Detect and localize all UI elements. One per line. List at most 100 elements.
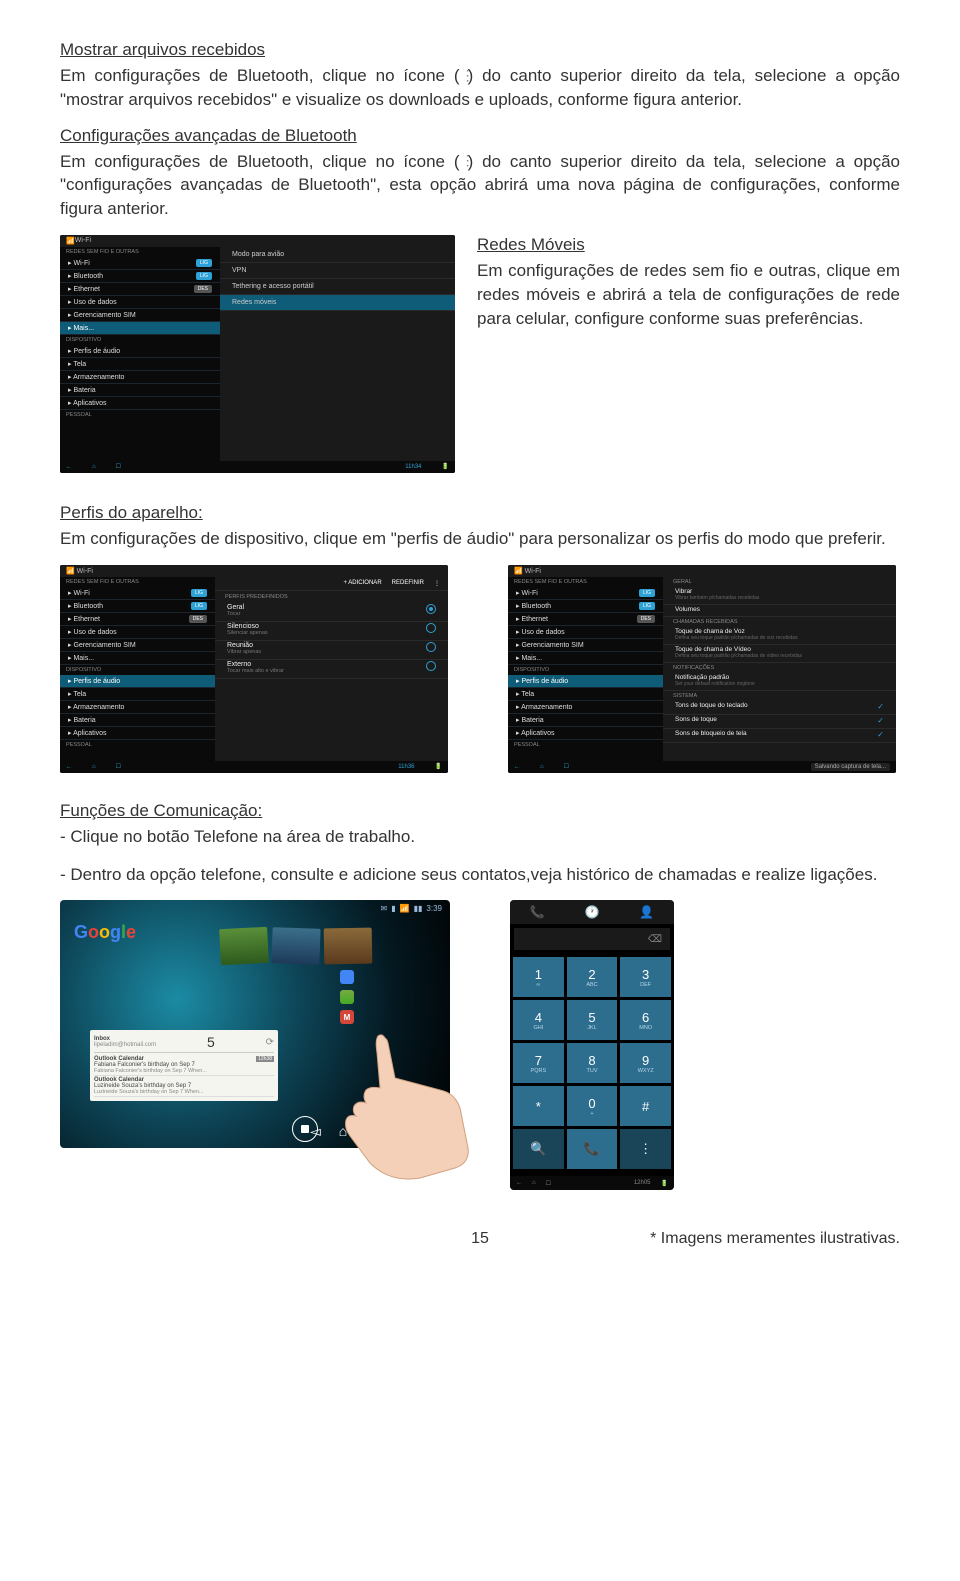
- sidebar-item[interactable]: ▸ Armazenamento: [60, 701, 215, 714]
- page-footer: 15 * Imagens meramentes ilustrativas.: [60, 1230, 900, 1248]
- main-item[interactable]: Tethering e acesso portátil: [220, 279, 455, 295]
- section-perfis: Perfis do aparelho: Em configurações de …: [60, 503, 900, 551]
- sidebar-item[interactable]: ▸ Gerenciamento SIM: [60, 309, 220, 322]
- screenshot-main: + ADICIONAR REDEFINIR ⋮ PERFIS PREDEFINI…: [215, 577, 448, 761]
- sidebar-item[interactable]: ▸ Wi-FiLIG: [508, 587, 663, 600]
- sidebar-item[interactable]: ▸ Tela: [60, 688, 215, 701]
- toast: Salvando captura de tela...: [811, 763, 890, 771]
- overflow-icon: [460, 70, 468, 84]
- dial-key[interactable]: 3DEF: [620, 957, 671, 997]
- dial-key[interactable]: 5JKL: [567, 1000, 618, 1040]
- menu-key[interactable]: ⋮: [620, 1129, 671, 1169]
- sidebar-item[interactable]: ▸ Bateria: [60, 714, 215, 727]
- sidebar-item[interactable]: ▸ EthernetDES: [508, 613, 663, 626]
- dial-key[interactable]: 2ABC: [567, 957, 618, 997]
- option-row[interactable]: VibrarVibrar também p/chamadas recebidas: [663, 587, 896, 605]
- sidebar-item[interactable]: ▸ Mais...: [508, 652, 663, 665]
- sidebar-item[interactable]: ▸ Gerenciamento SIM: [60, 639, 215, 652]
- clock-tab-icon[interactable]: 🕐: [585, 905, 600, 919]
- dial-key[interactable]: 1∞: [513, 957, 564, 997]
- profile-row[interactable]: ReuniãoVibrar apenas: [215, 641, 448, 660]
- sidebar-item[interactable]: ▸ Tela: [508, 688, 663, 701]
- dial-key[interactable]: 4GHI: [513, 1000, 564, 1040]
- sidebar-item[interactable]: ▸ Tela: [60, 358, 220, 371]
- sidebar-item[interactable]: ▸ EthernetDES: [60, 283, 220, 296]
- main-item[interactable]: Redes móveis: [220, 295, 455, 311]
- option-row[interactable]: Sons de toque✓: [663, 715, 896, 729]
- dial-key[interactable]: 0+: [567, 1086, 618, 1126]
- sidebar-item[interactable]: ▸ EthernetDES: [60, 613, 215, 626]
- sidebar-item[interactable]: ▸ Aplicativos: [60, 727, 215, 740]
- option-row[interactable]: Volumes: [663, 605, 896, 617]
- reset-button[interactable]: REDEFINIR: [392, 580, 424, 587]
- search-key[interactable]: 🔍: [513, 1129, 564, 1169]
- dial-key[interactable]: #: [620, 1086, 671, 1126]
- contacts-tab-icon[interactable]: 👤: [639, 905, 654, 919]
- sidebar-item[interactable]: ▸ Aplicativos: [508, 727, 663, 740]
- sidebar-item[interactable]: ▸ BluetoothLIG: [60, 270, 220, 283]
- sidebar-item[interactable]: ▸ BluetoothLIG: [60, 600, 215, 613]
- overflow-icon: [460, 155, 468, 169]
- phone-tab-icon[interactable]: 📞: [530, 905, 545, 919]
- sidebar-item[interactable]: ▸ Wi-FiLIG: [60, 257, 220, 270]
- sidebar-item[interactable]: ▸ Uso de dados: [60, 296, 220, 309]
- mail-icon: ✉: [381, 904, 388, 913]
- option-row[interactable]: Notificação padrãoSet your default notif…: [663, 673, 896, 691]
- comm-line-2: - Dentro da opção telefone, consulte e a…: [60, 863, 900, 887]
- sidebar-item[interactable]: ▸ Aplicativos: [60, 397, 220, 410]
- option-row[interactable]: Toque de chama de VozDefina seu toque pa…: [663, 627, 896, 645]
- option-row[interactable]: Toque de chama de VídeoDefina seu toque …: [663, 645, 896, 663]
- dial-key[interactable]: 9WXYZ: [620, 1043, 671, 1083]
- sidebar-item[interactable]: ▸ Armazenamento: [508, 701, 663, 714]
- sidebar-item[interactable]: ▸ Armazenamento: [60, 371, 220, 384]
- dial-keypad: 1∞2ABC3DEF 4GHI5JKL6MNO 7PQRS8TUV9WXYZ *0+#: [510, 954, 674, 1129]
- photo-thumb: [324, 928, 373, 965]
- sidebar-item[interactable]: ▸ Gerenciamento SIM: [508, 639, 663, 652]
- sidebar-item[interactable]: ▸ Perfis de áudio: [60, 675, 215, 688]
- backspace-icon[interactable]: ⌫: [648, 934, 662, 945]
- profile-row[interactable]: GeralTocar: [215, 603, 448, 622]
- back-icon: ←: [66, 464, 72, 470]
- main-item[interactable]: Modo para avião: [220, 247, 455, 263]
- sidebar-item[interactable]: ▸ Mais...: [60, 322, 220, 335]
- overflow-icon[interactable]: ⋮: [434, 580, 440, 587]
- home-icon: ⌂: [92, 464, 96, 470]
- screenshot-main: Modo para aviãoVPNTethering e acesso por…: [220, 247, 455, 461]
- app-column: M: [340, 970, 354, 1024]
- screenshot-phone-dialer: 📞 🕐 👤 ⌫ 1∞2ABC3DEF 4GHI5JKL6MNO 7PQRS8TUV9…: [510, 900, 674, 1190]
- profile-row[interactable]: ExternoTocar mais alto e vibrar: [215, 660, 448, 679]
- dial-key[interactable]: *: [513, 1086, 564, 1126]
- row-tablet-phone: ✉ ▮ 📶 ▮▮ 3:39 Google Inbox lipeladim@hot…: [60, 900, 900, 1190]
- call-key[interactable]: 📞: [567, 1129, 618, 1169]
- sidebar-item[interactable]: ▸ Uso de dados: [60, 626, 215, 639]
- section-body: Em configurações de Bluetooth, clique no…: [60, 64, 900, 112]
- refresh-icon: ⟳: [266, 1037, 274, 1048]
- music-icon: [340, 990, 354, 1004]
- sidebar-item[interactable]: ▸ Bateria: [60, 384, 220, 397]
- option-row[interactable]: Sons de bloqueio de tela✓: [663, 729, 896, 743]
- sidebar-item[interactable]: ▸ Mais...: [60, 652, 215, 665]
- sidebar-item[interactable]: ▸ Wi-FiLIG: [60, 587, 215, 600]
- sidebar-item[interactable]: ▸ BluetoothLIG: [508, 600, 663, 613]
- profile-row[interactable]: SilenciosoSilenciar apenas: [215, 622, 448, 641]
- google-logo: Google: [74, 922, 136, 943]
- dial-key[interactable]: 6MNO: [620, 1000, 671, 1040]
- dialer-tabs: 📞 🕐 👤: [510, 900, 674, 924]
- signal-icon: ▮: [391, 904, 395, 913]
- section-body: Em configurações de dispositivo, clique …: [60, 527, 900, 551]
- browser-icon: [340, 970, 354, 984]
- sidebar-item[interactable]: ▸ Uso de dados: [508, 626, 663, 639]
- sidebar-item[interactable]: ▸ Perfis de áudio: [508, 675, 663, 688]
- section-title: Funções de Comunicação:: [60, 801, 900, 821]
- screenshot-navbar: ←⌂☐ Salvando captura de tela...: [508, 761, 896, 773]
- number-field[interactable]: ⌫: [514, 928, 670, 950]
- dial-key[interactable]: 7PQRS: [513, 1043, 564, 1083]
- row-redes: 📶 Wi-Fi REDES SEM FIO E OUTRAS ▸ Wi-FiLI…: [60, 235, 900, 473]
- sidebar-item[interactable]: ▸ Perfis de áudio: [60, 345, 220, 358]
- hand-pointer-illustration: [300, 1018, 480, 1198]
- sidebar-item[interactable]: ▸ Bateria: [508, 714, 663, 727]
- main-item[interactable]: VPN: [220, 263, 455, 279]
- option-row[interactable]: Tons de toque do teclado✓: [663, 701, 896, 715]
- add-button[interactable]: + ADICIONAR: [343, 580, 381, 587]
- dial-key[interactable]: 8TUV: [567, 1043, 618, 1083]
